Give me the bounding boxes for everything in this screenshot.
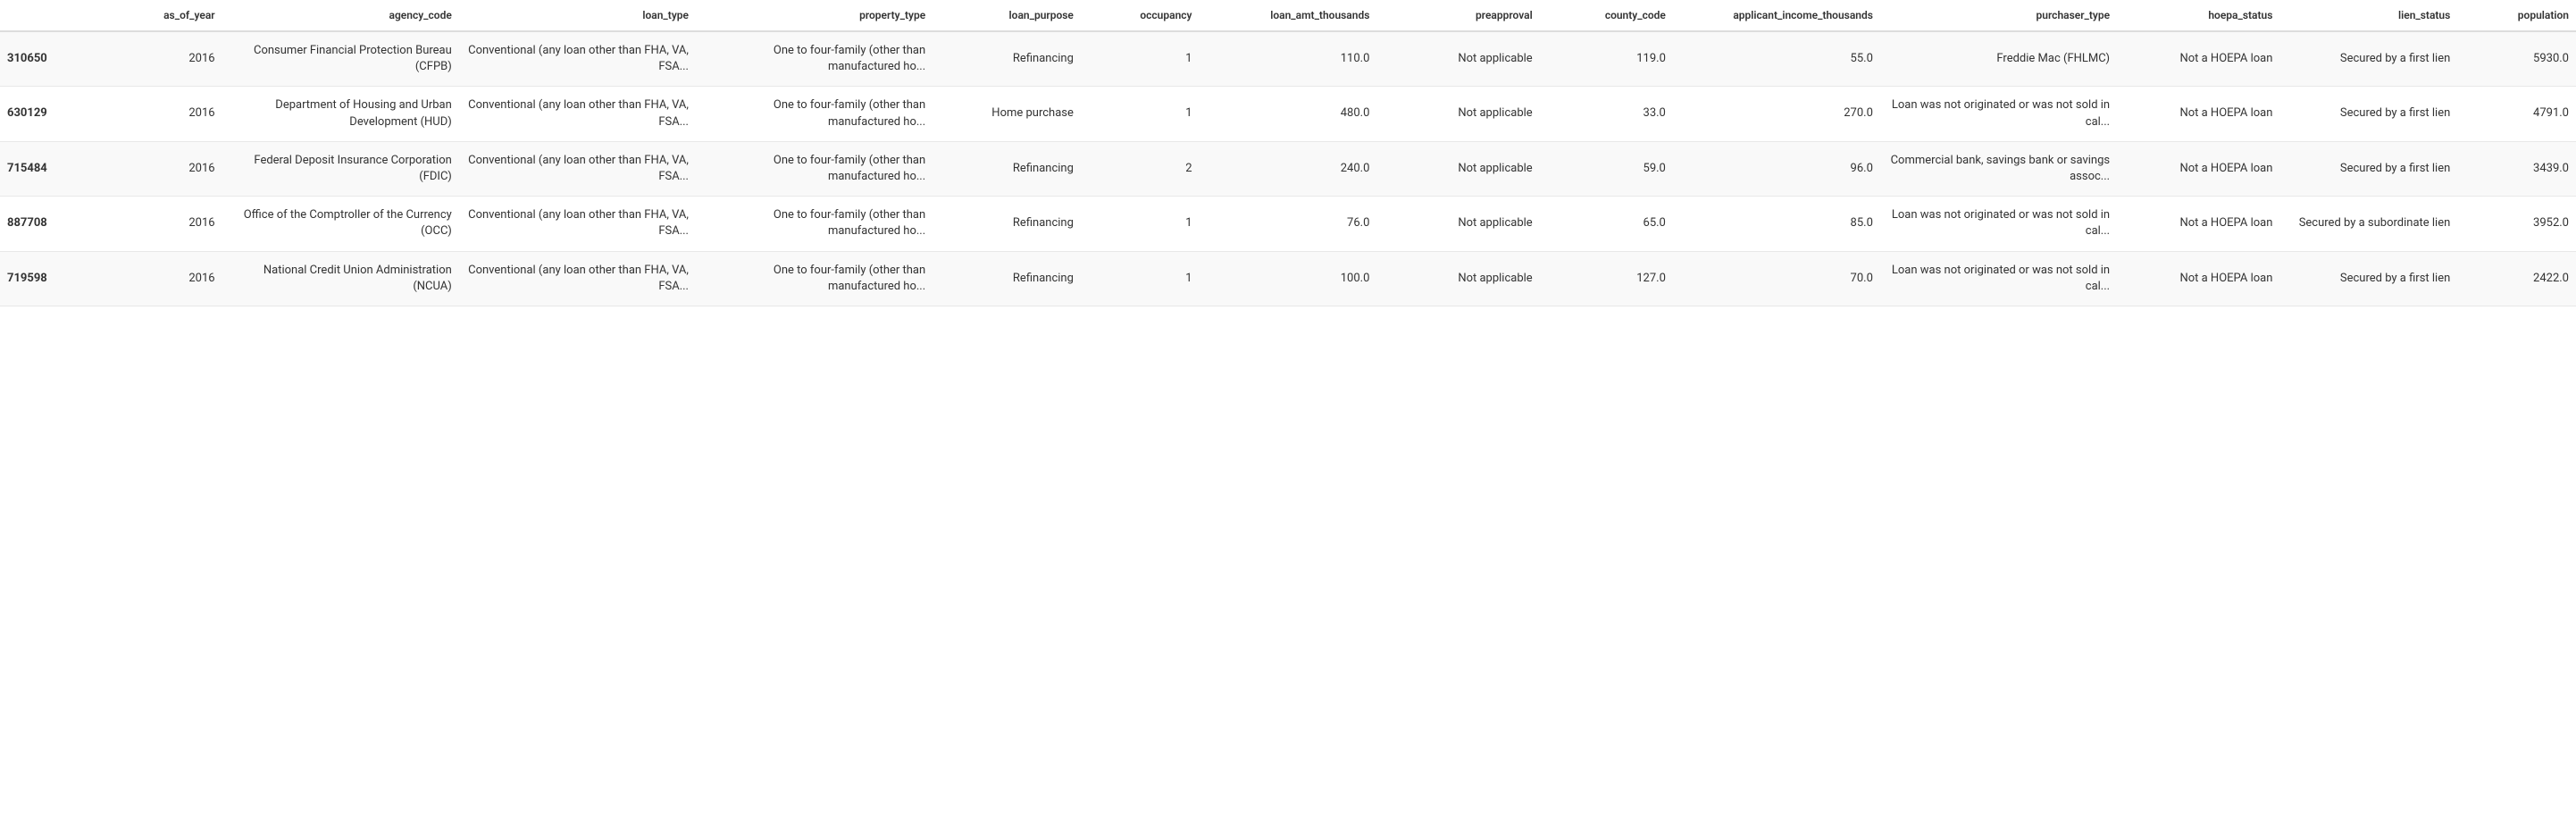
cell-as_of_year: 2016 (119, 251, 222, 306)
cell-population: 5930.0 (2457, 31, 2576, 87)
cell-lien_status: Secured by a first lien (2279, 87, 2457, 141)
data-table-wrapper: as_of_yearagency_codeloan_typeproperty_t… (0, 0, 2576, 306)
cell-lien_status: Secured by a first lien (2279, 31, 2457, 87)
column-header-occupancy: occupancy (1081, 0, 1200, 31)
column-header-index (0, 0, 119, 31)
cell-as_of_year: 2016 (119, 87, 222, 141)
cell-index: 715484 (0, 141, 119, 196)
cell-as_of_year: 2016 (119, 141, 222, 196)
cell-loan_type: Conventional (any loan other than FHA, V… (459, 141, 696, 196)
cell-loan_amt_thousands: 240.0 (1200, 141, 1377, 196)
cell-index: 630129 (0, 87, 119, 141)
cell-loan_purpose: Refinancing (933, 251, 1081, 306)
cell-county_code: 127.0 (1540, 251, 1673, 306)
table-row: 3106502016Consumer Financial Protection … (0, 31, 2576, 87)
cell-applicant_income_thousands: 85.0 (1673, 197, 1880, 251)
cell-occupancy: 1 (1081, 31, 1200, 87)
table-row: 6301292016Department of Housing and Urba… (0, 87, 2576, 141)
cell-population: 3439.0 (2457, 141, 2576, 196)
cell-county_code: 65.0 (1540, 197, 1673, 251)
cell-loan_type: Conventional (any loan other than FHA, V… (459, 251, 696, 306)
column-header-agency_code: agency_code (222, 0, 459, 31)
cell-occupancy: 1 (1081, 251, 1200, 306)
table-header-row: as_of_yearagency_codeloan_typeproperty_t… (0, 0, 2576, 31)
column-header-hoepa_status: hoepa_status (2117, 0, 2279, 31)
cell-lien_status: Secured by a first lien (2279, 251, 2457, 306)
cell-loan_amt_thousands: 110.0 (1200, 31, 1377, 87)
cell-applicant_income_thousands: 55.0 (1673, 31, 1880, 87)
table-row: 7154842016Federal Deposit Insurance Corp… (0, 141, 2576, 196)
cell-agency_code: Federal Deposit Insurance Corporation (F… (222, 141, 459, 196)
cell-population: 2422.0 (2457, 251, 2576, 306)
cell-lien_status: Secured by a subordinate lien (2279, 197, 2457, 251)
cell-purchaser_type: Commercial bank, savings bank or savings… (1880, 141, 2117, 196)
cell-agency_code: Consumer Financial Protection Bureau (CF… (222, 31, 459, 87)
cell-lien_status: Secured by a first lien (2279, 141, 2457, 196)
cell-loan_amt_thousands: 480.0 (1200, 87, 1377, 141)
cell-hoepa_status: Not a HOEPA loan (2117, 251, 2279, 306)
cell-occupancy: 2 (1081, 141, 1200, 196)
cell-occupancy: 1 (1081, 87, 1200, 141)
cell-property_type: One to four-family (other than manufactu… (696, 31, 933, 87)
cell-loan_type: Conventional (any loan other than FHA, V… (459, 87, 696, 141)
cell-occupancy: 1 (1081, 197, 1200, 251)
cell-loan_purpose: Refinancing (933, 31, 1081, 87)
cell-preapproval: Not applicable (1376, 251, 1539, 306)
cell-preapproval: Not applicable (1376, 31, 1539, 87)
cell-loan_amt_thousands: 76.0 (1200, 197, 1377, 251)
column-header-purchaser_type: purchaser_type (1880, 0, 2117, 31)
column-header-applicant_income_thousands: applicant_income_thousands (1673, 0, 1880, 31)
cell-loan_type: Conventional (any loan other than FHA, V… (459, 197, 696, 251)
cell-purchaser_type: Freddie Mac (FHLMC) (1880, 31, 2117, 87)
cell-applicant_income_thousands: 96.0 (1673, 141, 1880, 196)
cell-county_code: 119.0 (1540, 31, 1673, 87)
cell-property_type: One to four-family (other than manufactu… (696, 87, 933, 141)
cell-loan_purpose: Refinancing (933, 197, 1081, 251)
cell-purchaser_type: Loan was not originated or was not sold … (1880, 197, 2117, 251)
cell-preapproval: Not applicable (1376, 197, 1539, 251)
cell-index: 719598 (0, 251, 119, 306)
cell-as_of_year: 2016 (119, 31, 222, 87)
cell-county_code: 59.0 (1540, 141, 1673, 196)
cell-preapproval: Not applicable (1376, 141, 1539, 196)
cell-index: 310650 (0, 31, 119, 87)
column-header-as_of_year: as_of_year (119, 0, 222, 31)
column-header-loan_purpose: loan_purpose (933, 0, 1081, 31)
cell-applicant_income_thousands: 70.0 (1673, 251, 1880, 306)
column-header-preapproval: preapproval (1376, 0, 1539, 31)
cell-hoepa_status: Not a HOEPA loan (2117, 31, 2279, 87)
cell-agency_code: Office of the Comptroller of the Currenc… (222, 197, 459, 251)
table-row: 7195982016National Credit Union Administ… (0, 251, 2576, 306)
cell-loan_purpose: Refinancing (933, 141, 1081, 196)
column-header-property_type: property_type (696, 0, 933, 31)
cell-population: 3952.0 (2457, 197, 2576, 251)
cell-preapproval: Not applicable (1376, 87, 1539, 141)
cell-hoepa_status: Not a HOEPA loan (2117, 141, 2279, 196)
cell-loan_type: Conventional (any loan other than FHA, V… (459, 31, 696, 87)
cell-property_type: One to four-family (other than manufactu… (696, 197, 933, 251)
cell-agency_code: Department of Housing and Urban Developm… (222, 87, 459, 141)
table-row: 8877082016Office of the Comptroller of t… (0, 197, 2576, 251)
cell-property_type: One to four-family (other than manufactu… (696, 141, 933, 196)
cell-population: 4791.0 (2457, 87, 2576, 141)
column-header-loan_type: loan_type (459, 0, 696, 31)
cell-county_code: 33.0 (1540, 87, 1673, 141)
column-header-county_code: county_code (1540, 0, 1673, 31)
cell-property_type: One to four-family (other than manufactu… (696, 251, 933, 306)
column-header-loan_amt_thousands: loan_amt_thousands (1200, 0, 1377, 31)
cell-applicant_income_thousands: 270.0 (1673, 87, 1880, 141)
cell-loan_amt_thousands: 100.0 (1200, 251, 1377, 306)
data-table: as_of_yearagency_codeloan_typeproperty_t… (0, 0, 2576, 306)
cell-hoepa_status: Not a HOEPA loan (2117, 87, 2279, 141)
cell-as_of_year: 2016 (119, 197, 222, 251)
cell-purchaser_type: Loan was not originated or was not sold … (1880, 251, 2117, 306)
cell-loan_purpose: Home purchase (933, 87, 1081, 141)
cell-agency_code: National Credit Union Administration (NC… (222, 251, 459, 306)
cell-index: 887708 (0, 197, 119, 251)
column-header-lien_status: lien_status (2279, 0, 2457, 31)
column-header-population: population (2457, 0, 2576, 31)
cell-hoepa_status: Not a HOEPA loan (2117, 197, 2279, 251)
cell-purchaser_type: Loan was not originated or was not sold … (1880, 87, 2117, 141)
